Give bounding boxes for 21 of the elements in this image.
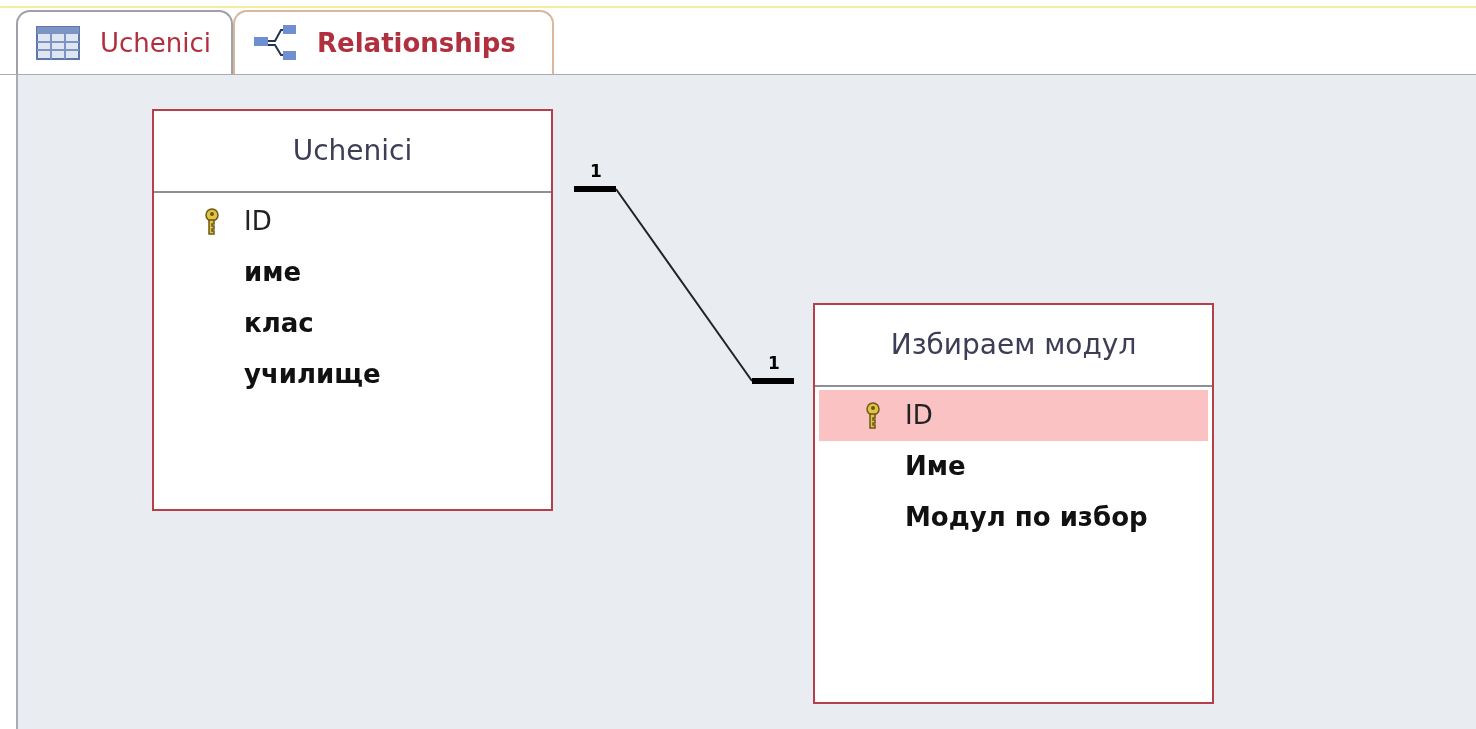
cardinality-label: 1 [768, 353, 780, 373]
table-title: Uchenici [292, 133, 413, 169]
field-name: ID [244, 205, 272, 238]
document-tab[interactable]: Relationships [233, 10, 554, 74]
field-name: училище [244, 358, 381, 391]
field-row[interactable]: ID [819, 390, 1208, 441]
table-box[interactable]: Избираем модул ID Име Модул по избор [813, 303, 1214, 704]
document-tab[interactable]: Uchenici [16, 10, 234, 74]
field-name: Име [905, 450, 966, 483]
table-icon [36, 26, 80, 60]
cardinality-label: 1 [590, 161, 602, 181]
field-name: Модул по избор [905, 501, 1148, 534]
field-name: ID [905, 399, 933, 432]
key-icon [865, 401, 881, 430]
table-box[interactable]: Uchenici ID име клас училище [152, 109, 553, 511]
relationships-icon [253, 23, 298, 63]
field-name: клас [244, 307, 314, 340]
table-title: Избираем модул [890, 327, 1137, 363]
field-name: име [244, 256, 302, 289]
relationship-line[interactable] [574, 186, 794, 384]
key-icon [204, 207, 220, 236]
